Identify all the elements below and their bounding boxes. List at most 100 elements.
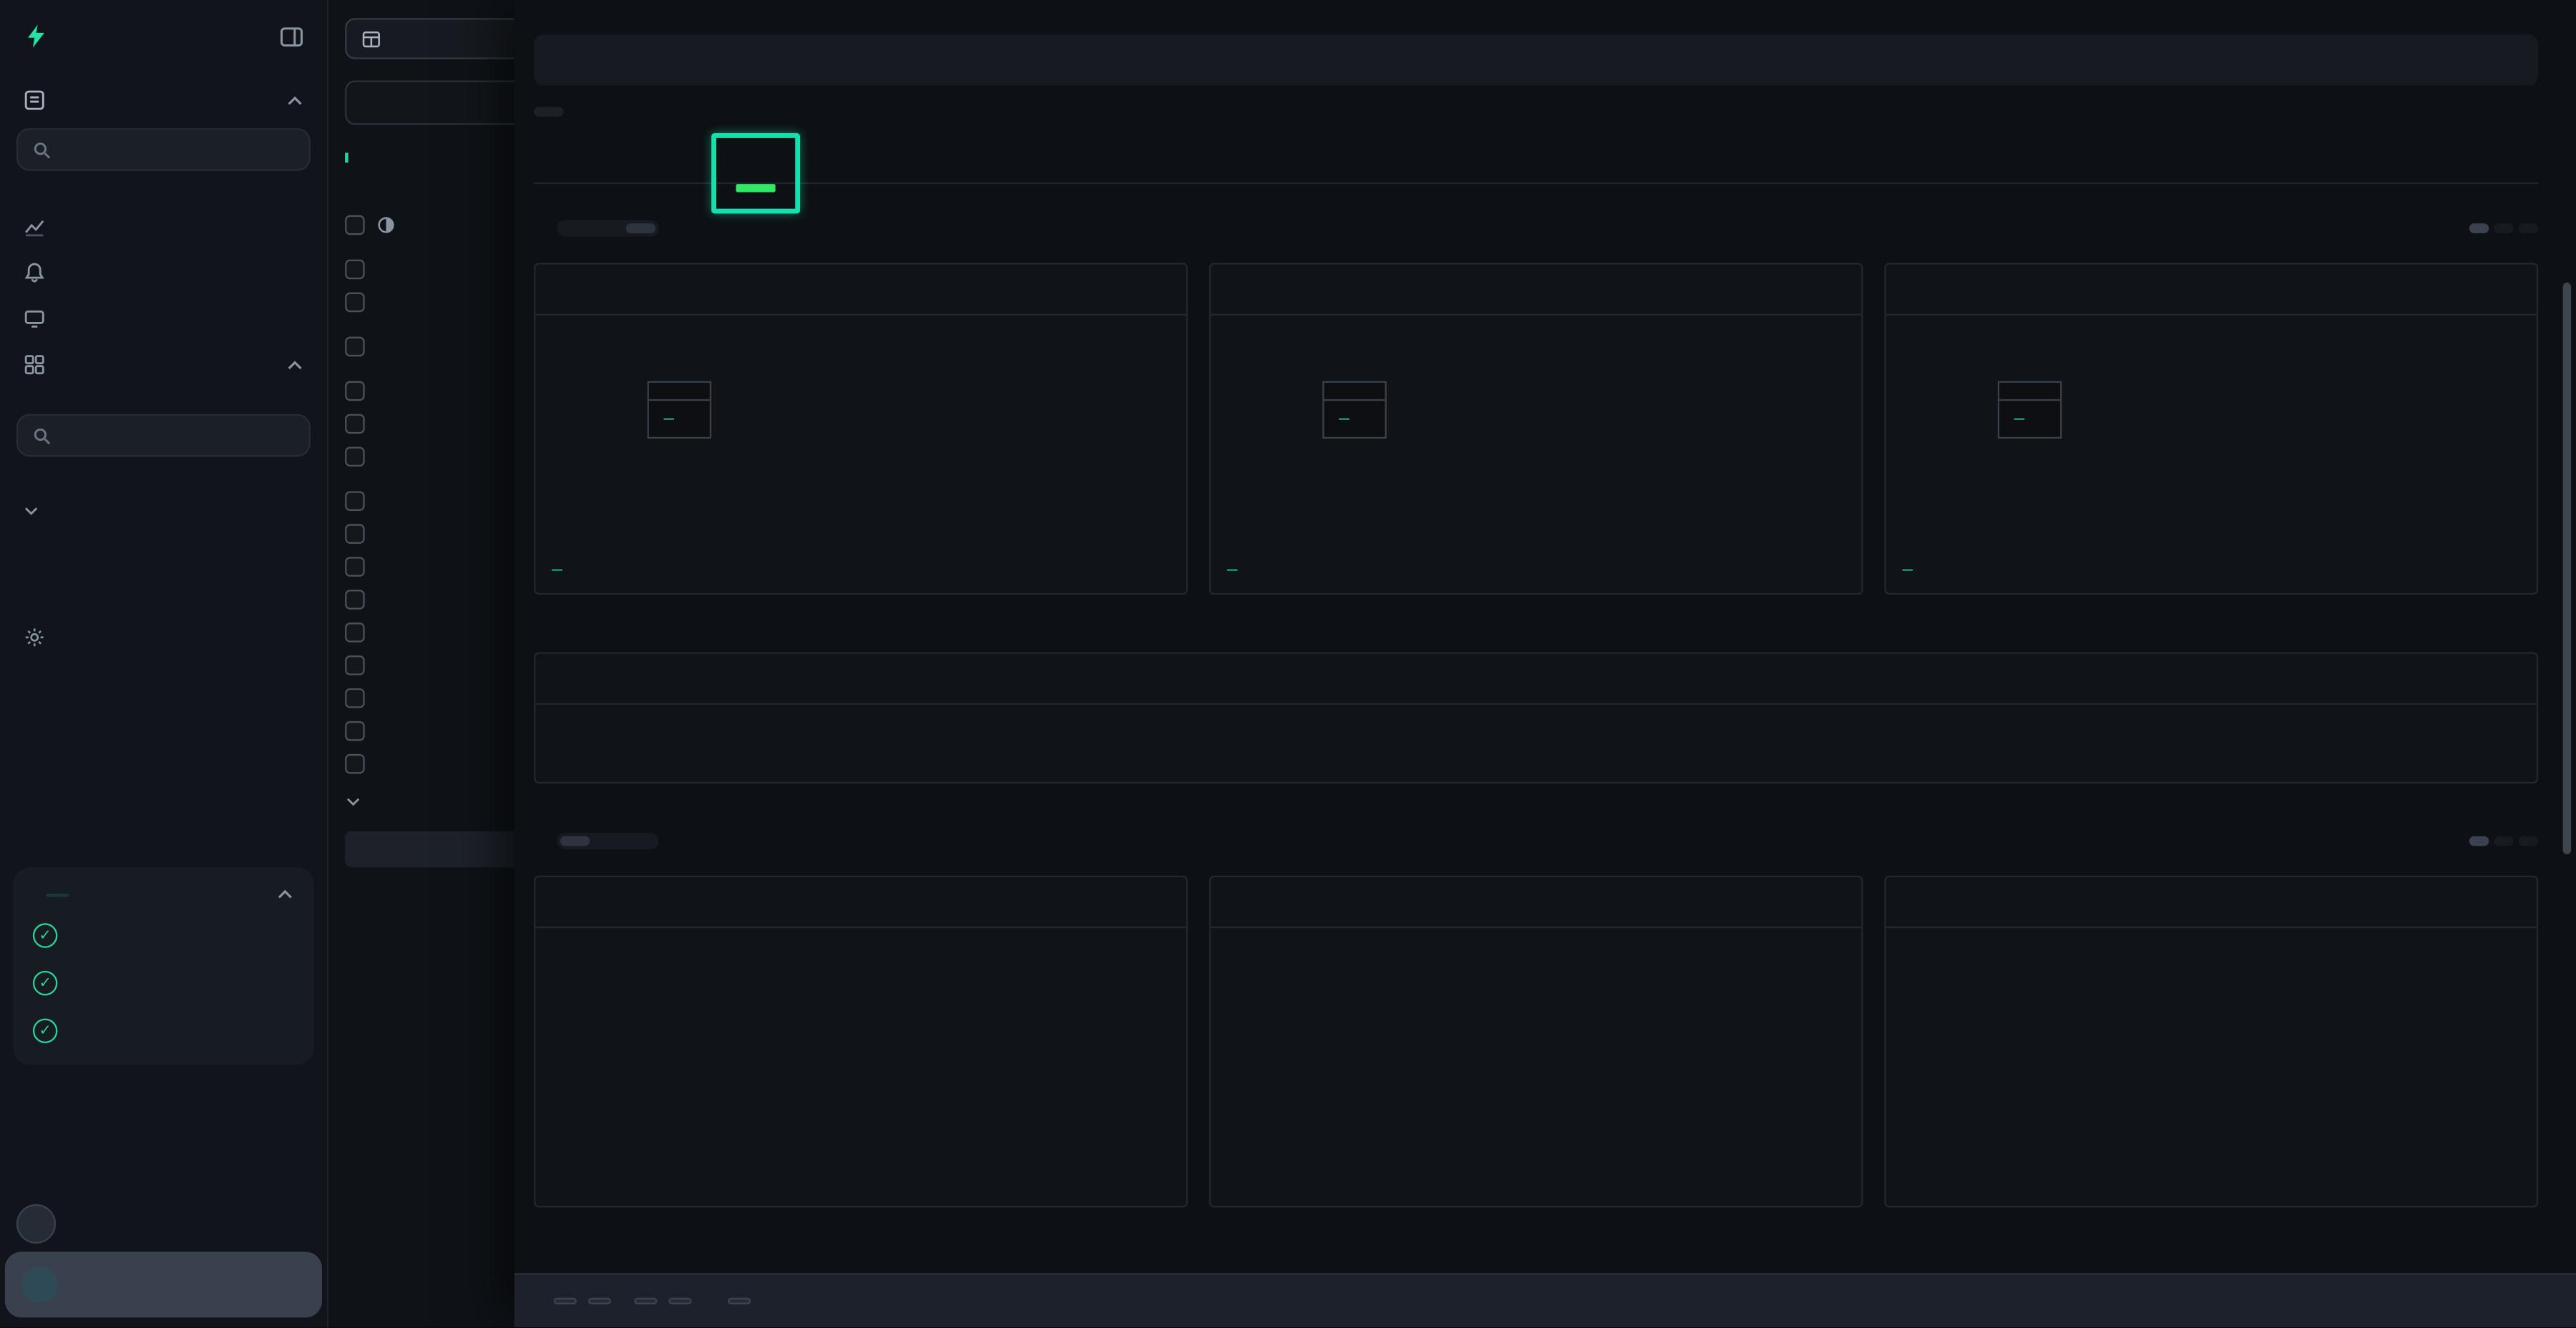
y-axis (1214, 332, 1280, 521)
checkbox[interactable] (345, 414, 365, 434)
pod-cpu-chart-card: — — (534, 263, 1188, 595)
search-section-header[interactable] (0, 66, 327, 125)
create-dashboard-button[interactable] (0, 388, 327, 411)
saved-dashboards-input[interactable] (16, 414, 311, 457)
tab-overview[interactable] (534, 146, 583, 182)
denoise-icon (376, 215, 396, 235)
sidebar-collapse-icon[interactable] (279, 24, 303, 48)
filter-item-error-span[interactable] (345, 721, 514, 741)
checkbox[interactable] (345, 721, 365, 741)
node-range-1h[interactable] (593, 836, 623, 846)
preset-clickhouse[interactable] (0, 526, 327, 542)
filter-item-error-span[interactable] (345, 754, 514, 774)
chevron-up-icon[interactable] (276, 886, 294, 904)
chart-title (1211, 877, 1861, 928)
legend-dash: — (552, 560, 562, 580)
checkbox[interactable] (345, 655, 365, 675)
sidebar-item-alerts[interactable] (0, 250, 327, 296)
filter-item-error-span[interactable] (345, 590, 514, 610)
sidebar-item-client-sessions[interactable] (0, 296, 327, 341)
event-search-input[interactable] (345, 81, 514, 125)
chevron-up-icon[interactable] (286, 91, 303, 109)
chart-tooltip: — (1322, 381, 1387, 439)
sidebar-item-team-settings[interactable] (0, 615, 327, 660)
checkbox[interactable] (345, 491, 365, 511)
chart-plot[interactable] (605, 944, 1170, 1196)
chart-legend: — (539, 547, 1170, 584)
source-select[interactable] (345, 18, 514, 59)
filter-item-payment[interactable] (345, 337, 514, 357)
pod-range-1d[interactable] (626, 223, 655, 233)
denoise-checkbox-row[interactable] (345, 215, 514, 235)
chart-plot[interactable] (1955, 944, 2520, 1196)
checkbox[interactable] (345, 260, 365, 280)
scrollbar-thumb[interactable] (2563, 283, 2571, 854)
filter-item-error-span[interactable] (345, 688, 514, 708)
tab-column-values[interactable] (583, 146, 633, 182)
user-menu[interactable] (5, 1251, 322, 1317)
chart-plot[interactable]: — (605, 332, 1170, 521)
checkbox[interactable] (345, 622, 365, 643)
filter-item-client[interactable] (345, 381, 514, 401)
node-size-group (2469, 836, 2538, 846)
node-size-lg[interactable] (2519, 836, 2539, 846)
node-range-30m[interactable] (560, 836, 590, 846)
chart-plot[interactable]: — (1280, 332, 1845, 521)
checkbox[interactable] (345, 524, 365, 544)
checkbox[interactable] (345, 293, 365, 313)
node-size-md[interactable] (2494, 836, 2514, 846)
filter-item-internal[interactable] (345, 414, 514, 434)
pod-size-sm[interactable] (2469, 223, 2489, 233)
chart-plot[interactable]: — (1955, 332, 2520, 521)
chevron-up-icon[interactable] (286, 356, 303, 374)
more-filters-button[interactable] (345, 831, 514, 868)
pod-size-group (2469, 223, 2538, 233)
checkbox[interactable] (345, 590, 365, 610)
sidebar-header (0, 0, 327, 66)
filter-item-error-span[interactable] (345, 655, 514, 675)
pod-range-30m[interactable] (560, 223, 590, 233)
checkbox[interactable] (345, 381, 365, 401)
filter-item-dns-lookup[interactable] (345, 524, 514, 544)
checkbox[interactable] (345, 557, 365, 577)
tab-infrastructure[interactable] (731, 146, 781, 182)
preset-services[interactable] (0, 542, 327, 559)
checkbox[interactable] (345, 688, 365, 708)
saved-searches-input[interactable] (16, 128, 311, 171)
help-button[interactable] (16, 1204, 56, 1244)
arrow-right-key (588, 1298, 611, 1304)
filter-item-server[interactable] (345, 446, 514, 467)
filter-item-error-span[interactable] (345, 622, 514, 643)
sidebar-item-chart-explorer[interactable] (0, 204, 327, 250)
checkbox[interactable] (345, 215, 365, 235)
filter-item-unset[interactable] (345, 293, 514, 313)
check-circle-icon: ✓ (33, 923, 57, 947)
chart-plot[interactable] (1280, 944, 1845, 1196)
node-section-header (534, 833, 2538, 849)
tab-surrounding-context[interactable] (682, 146, 731, 182)
pod-range-1h[interactable] (593, 223, 623, 233)
analysis-mode-event-deltas[interactable] (345, 162, 514, 172)
show-more-button[interactable] (345, 794, 514, 810)
pod-size-lg[interactable] (2519, 223, 2539, 233)
checkbox[interactable] (345, 754, 365, 774)
checkbox[interactable] (345, 446, 365, 467)
presets-header[interactable] (0, 489, 327, 526)
tab-trace[interactable] (633, 146, 682, 182)
node-range-1d[interactable] (626, 836, 655, 846)
get-started-step[interactable]: ✓ (33, 1015, 294, 1043)
analysis-mode-event-patterns[interactable] (345, 172, 514, 182)
checkbox[interactable] (345, 337, 365, 357)
node-size-sm[interactable] (2469, 836, 2489, 846)
pod-size-md[interactable] (2494, 223, 2514, 233)
service-name-tag[interactable] (534, 107, 563, 117)
preset-kubernetes[interactable] (0, 559, 327, 575)
filter-item-charge[interactable] (345, 491, 514, 511)
analysis-mode-results-table[interactable] (345, 153, 514, 163)
filter-item-error-span[interactable] (345, 557, 514, 577)
get-started-step[interactable]: ✓ (33, 967, 294, 995)
pod-timeline-empty (535, 705, 2536, 782)
filter-item-error[interactable] (345, 260, 514, 280)
sidebar-item-dashboards[interactable] (0, 342, 327, 388)
get-started-step[interactable]: ✓ (33, 920, 294, 948)
